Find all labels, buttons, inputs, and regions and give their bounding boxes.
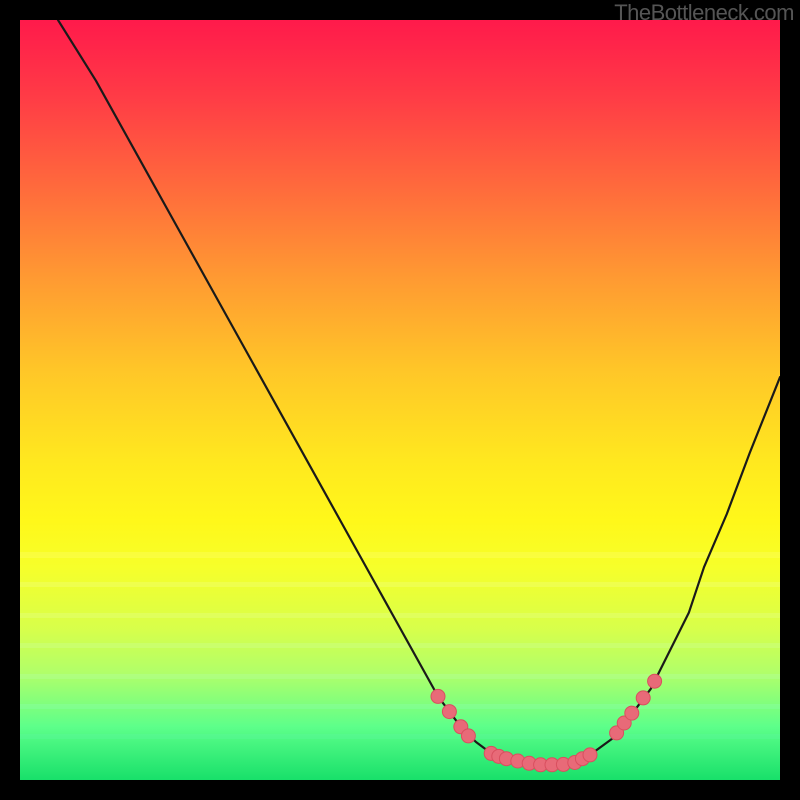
- curve-marker: [648, 674, 662, 688]
- chart-frame: [20, 20, 780, 780]
- curve-marker: [583, 748, 597, 762]
- curve-marker: [636, 691, 650, 705]
- attribution-text: TheBottleneck.com: [614, 0, 794, 26]
- curve-markers: [431, 674, 662, 772]
- bottleneck-curve-svg: [20, 20, 780, 780]
- bottleneck-curve-path: [58, 20, 780, 765]
- curve-marker: [431, 689, 445, 703]
- curve-marker: [625, 706, 639, 720]
- curve-marker: [442, 705, 456, 719]
- curve-marker: [461, 729, 475, 743]
